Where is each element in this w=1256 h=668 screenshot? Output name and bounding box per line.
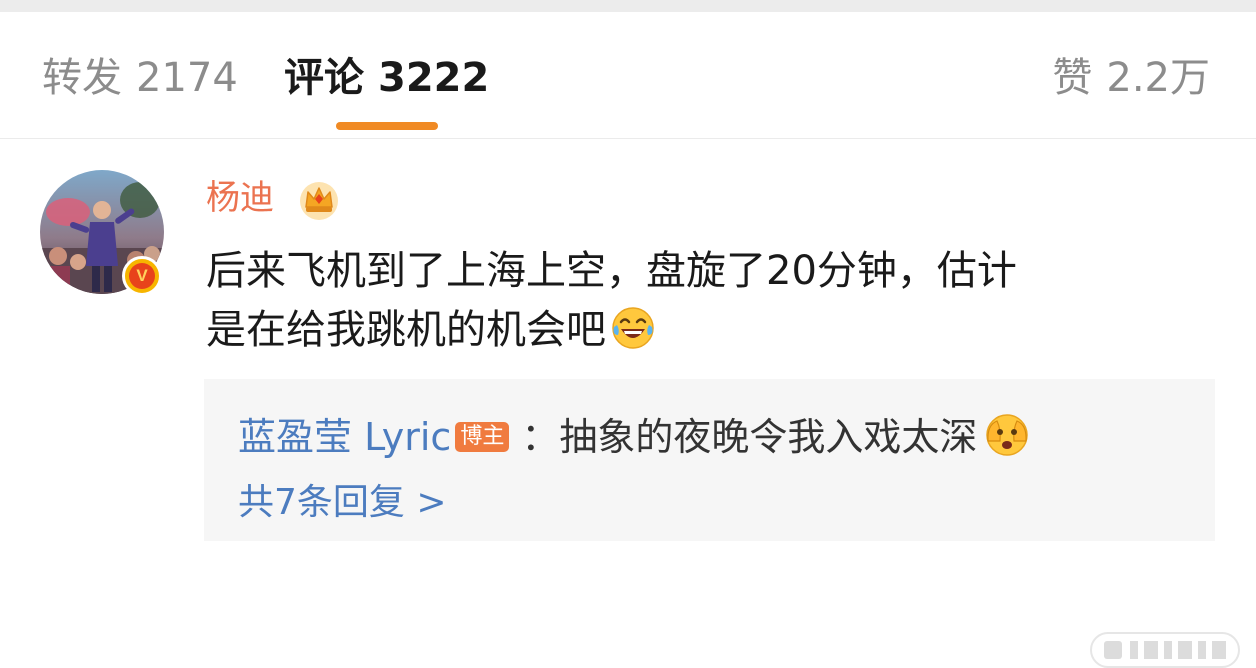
blogger-tag: 博主 xyxy=(455,422,510,452)
face-covering-emoji-icon xyxy=(986,414,1029,456)
tab-comments-label: 评论 xyxy=(284,55,364,101)
tab-likes[interactable]: 赞 2.2万 xyxy=(1052,54,1210,102)
more-replies-link[interactable]: 共7条回复 > xyxy=(238,481,447,525)
comment-text-line2: 是在给我跳机的机会吧 xyxy=(206,304,656,356)
tab-repost-label: 转发 xyxy=(42,55,122,101)
reply-author[interactable]: 蓝盈莹 Lyric xyxy=(238,415,451,459)
crown-icon xyxy=(300,182,338,220)
tab-likes-label: 赞 xyxy=(1052,55,1093,101)
reply-text: 抽象的夜晚令我入戏太深 xyxy=(559,415,978,459)
reply-item: 蓝盈莹 Lyric 博主 ：抽象的夜晚令我入戏太深 xyxy=(238,411,1031,461)
comment-author[interactable]: 杨迪 xyxy=(206,177,274,219)
tab-bar: 转发 2174 评论 3222 赞 2.2万 xyxy=(0,12,1256,138)
active-tab-indicator xyxy=(336,122,438,130)
comment-text-line1: 后来飞机到了上海上空，盘旋了20分钟，估计 xyxy=(206,248,1017,294)
laughing-tears-emoji-icon xyxy=(612,307,654,349)
tab-likes-count: 2.2万 xyxy=(1106,55,1210,101)
top-bar xyxy=(0,0,1256,12)
reply-separator: ： xyxy=(521,415,560,459)
tab-repost[interactable]: 转发 2174 xyxy=(42,54,238,102)
tab-repost-count: 2174 xyxy=(136,55,238,101)
verified-badge: V xyxy=(122,256,162,296)
reply-preview[interactable]: 蓝盈莹 Lyric 博主 ：抽象的夜晚令我入戏太深 共7条回复 > xyxy=(204,379,1215,541)
comment-text-line2-text: 是在给我跳机的机会吧 xyxy=(206,307,606,353)
tab-comments-count: 3222 xyxy=(378,55,490,101)
watermark-icon xyxy=(1090,632,1240,668)
tab-comments[interactable]: 评论 3222 xyxy=(284,54,489,102)
comment-item: V 杨迪 后来飞机到了上海上空，盘旋了20分钟，估计 是在给我跳机的机会吧 蓝盈… xyxy=(0,139,1256,668)
verified-v-icon: V xyxy=(129,263,155,289)
